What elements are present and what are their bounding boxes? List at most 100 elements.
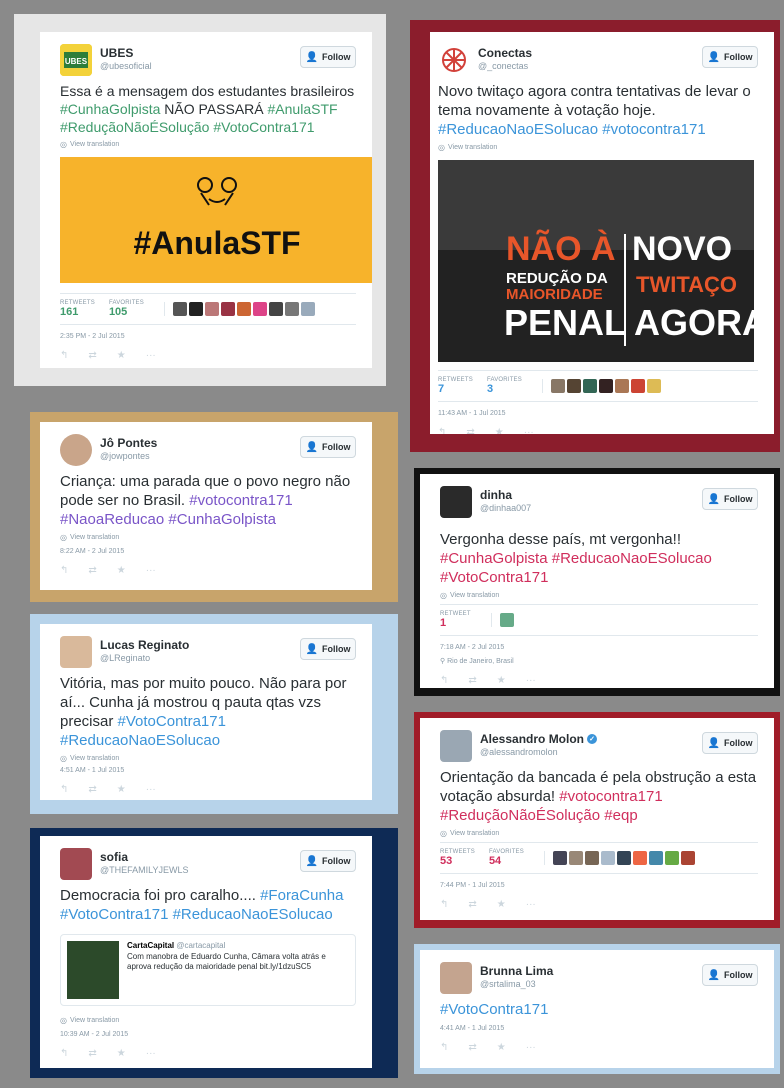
display-name[interactable]: Jô Pontes [100, 436, 157, 450]
favorite-icon[interactable]: ★ [117, 565, 126, 576]
reply-icon[interactable]: ↰ [60, 565, 68, 576]
hashtag[interactable]: #ReduçãoNãoÉSolução [60, 119, 209, 135]
retweet-icon[interactable]: ⇄ [468, 1042, 476, 1053]
timestamp[interactable]: 10:39 AM - 2 Jul 2015 [60, 1031, 356, 1038]
more-icon[interactable]: ··· [146, 1048, 156, 1059]
timestamp[interactable]: 4:51 AM - 1 Jul 2015 [60, 767, 356, 774]
follow-button[interactable]: 👤 Follow [300, 436, 356, 458]
handle[interactable]: @THEFAMILYJEWLS [100, 865, 188, 875]
view-translation-link[interactable]: ◎ View translation [440, 829, 758, 838]
follow-button[interactable]: 👤 Follow [702, 46, 758, 68]
view-translation-link[interactable]: ◎ View translation [438, 143, 758, 152]
hashtag[interactable]: #VotoContra171 [60, 906, 168, 923]
quoted-tweet-card[interactable]: CartaCapital @cartacapital Com manobra d… [60, 934, 356, 1006]
retweet-icon[interactable]: ⇄ [88, 784, 96, 795]
favorite-icon[interactable]: ★ [117, 1048, 126, 1059]
hashtag[interactable]: #VotoContra171 [440, 569, 548, 586]
more-icon[interactable]: ··· [526, 899, 536, 910]
handle[interactable]: @dinhaa007 [480, 503, 531, 513]
display-name[interactable]: sofia [100, 850, 188, 864]
hashtag[interactable]: #eqp [604, 807, 637, 824]
reply-icon[interactable]: ↰ [440, 1042, 448, 1053]
hashtag[interactable]: #NaoaReducao [60, 511, 164, 528]
avatar[interactable] [438, 44, 470, 76]
hashtag[interactable]: #votocontra171 [189, 492, 292, 509]
hashtag[interactable]: #AnulaSTF [268, 101, 338, 117]
reply-icon[interactable]: ↰ [60, 1048, 68, 1059]
handle[interactable]: @ubesoficial [100, 61, 152, 71]
more-icon[interactable]: ··· [524, 427, 534, 434]
hashtag[interactable]: #CunhaGolpista [168, 511, 276, 528]
view-translation-link[interactable]: ◎ View translation [60, 140, 356, 149]
quoted-name[interactable]: CartaCapital [127, 941, 174, 950]
hashtag[interactable]: #CunhaGolpista [60, 101, 160, 117]
display-name[interactable]: dinha [480, 488, 531, 502]
favorite-icon[interactable]: ★ [495, 427, 504, 434]
retweets-stat[interactable]: RETWEETS 7 [438, 377, 473, 395]
favorites-stat[interactable]: FAVORITES 54 [489, 849, 524, 867]
timestamp[interactable]: 8:22 AM - 2 Jul 2015 [60, 548, 356, 555]
hashtag[interactable]: #VotoContra171 [213, 119, 314, 135]
retweet-icon[interactable]: ⇄ [88, 350, 96, 361]
follow-button[interactable]: 👤 Follow [702, 732, 758, 754]
favorite-icon[interactable]: ★ [497, 675, 506, 686]
more-icon[interactable]: ··· [526, 1042, 536, 1053]
timestamp[interactable]: 2:35 PM - 2 Jul 2015 [60, 333, 356, 340]
view-translation-link[interactable]: ◎ View translation [440, 591, 758, 600]
favorites-stat[interactable]: FAVORITES 3 [487, 377, 522, 395]
favorite-icon[interactable]: ★ [117, 350, 126, 361]
hashtag[interactable]: #votocontra171 [602, 121, 705, 138]
avatar[interactable] [440, 962, 472, 994]
handle[interactable]: @alessandromolon [480, 747, 597, 757]
reply-icon[interactable]: ↰ [438, 427, 446, 434]
view-translation-link[interactable]: ◎ View translation [60, 533, 356, 542]
timestamp[interactable]: 11:43 AM - 1 Jul 2015 [438, 410, 758, 417]
retweet-icon[interactable]: ⇄ [88, 1048, 96, 1059]
view-translation-link[interactable]: ◎ View translation [60, 754, 356, 763]
view-translation-link[interactable]: ◎ View translation [60, 1016, 356, 1025]
hashtag[interactable]: #ReducaoNaoESolucao [438, 121, 598, 138]
retweeters-avatars[interactable] [490, 613, 514, 627]
more-icon[interactable]: ··· [526, 675, 536, 686]
handle[interactable]: @jowpontes [100, 451, 157, 461]
avatar[interactable] [60, 434, 92, 466]
avatar[interactable] [60, 848, 92, 880]
display-name[interactable]: UBES [100, 46, 152, 60]
hashtag[interactable]: #ReducaoNaoESolucao [173, 906, 333, 923]
hashtag[interactable]: #CunhaGolpista [440, 550, 548, 567]
retweet-icon[interactable]: ⇄ [88, 565, 96, 576]
follow-button[interactable]: 👤 Follow [702, 964, 758, 986]
more-icon[interactable]: ··· [146, 350, 156, 361]
handle[interactable]: @_conectas [478, 61, 532, 71]
handle[interactable]: @LReginato [100, 653, 189, 663]
hashtag[interactable]: #ReduçãoNãoÉSolução [440, 807, 600, 824]
more-icon[interactable]: ··· [146, 784, 156, 795]
handle[interactable]: @srtalima_03 [480, 979, 553, 989]
timestamp[interactable]: 4:41 AM - 1 Jul 2015 [440, 1025, 758, 1032]
favoriters-avatars[interactable] [163, 302, 315, 316]
retweet-icon[interactable]: ⇄ [468, 899, 476, 910]
avatar[interactable] [440, 730, 472, 762]
reply-icon[interactable]: ↰ [60, 784, 68, 795]
follow-button[interactable]: 👤 Follow [300, 46, 356, 68]
follow-button[interactable]: 👤 Follow [702, 488, 758, 510]
timestamp[interactable]: 7:18 AM - 2 Jul 2015 [440, 644, 758, 651]
reply-icon[interactable]: ↰ [60, 350, 68, 361]
hashtag[interactable]: #ReducaoNaoESolucao [60, 732, 220, 749]
more-icon[interactable]: ··· [146, 565, 156, 576]
quoted-handle[interactable]: @cartacapital [176, 941, 225, 950]
favorite-icon[interactable]: ★ [117, 784, 126, 795]
hashtag[interactable]: #ForaCunha [260, 887, 343, 904]
favoriters-avatars[interactable] [543, 851, 695, 865]
tweet-image[interactable]: #AnulaSTF [60, 157, 372, 283]
hashtag[interactable]: #VotoContra171 [118, 713, 226, 730]
retweet-icon[interactable]: ⇄ [466, 427, 474, 434]
favoriters-avatars[interactable] [541, 379, 661, 393]
retweets-stat[interactable]: RETWEETS 53 [440, 849, 475, 867]
display-name[interactable]: Conectas [478, 46, 532, 60]
location[interactable]: ⚲ Rio de Janeiro, Brasil [440, 657, 758, 665]
hashtag[interactable]: #VotoContra171 [440, 1001, 548, 1018]
follow-button[interactable]: 👤 Follow [300, 638, 356, 660]
tweet-image[interactable]: NÃO À REDUÇÃO DA MAIORIDADE PENAL NOVO T… [438, 160, 754, 362]
favorite-icon[interactable]: ★ [497, 1042, 506, 1053]
